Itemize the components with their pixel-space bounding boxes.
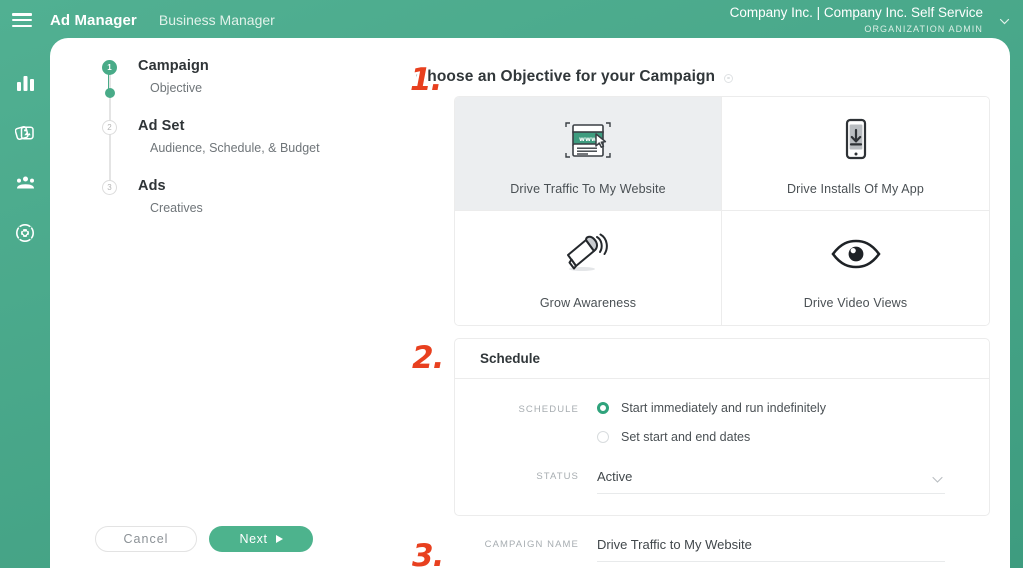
radio-icon-unselected — [597, 431, 609, 443]
page-title: Choose an Objective for your Campaign — [416, 68, 716, 85]
radio-label-set-dates: Set start and end dates — [621, 430, 751, 444]
app-root: Ad Manager Business Manager Company Inc.… — [0, 0, 1023, 568]
step-sub-creatives: Creatives — [150, 201, 203, 215]
nav-business-manager[interactable]: Business Manager — [159, 12, 275, 28]
next-button[interactable]: Next — [209, 526, 313, 552]
radio-start-immediately[interactable]: Start immediately and run indefinitely — [597, 401, 965, 415]
sidebar-item-analytics[interactable] — [8, 66, 42, 100]
status-field-row: STATUS Active — [455, 468, 989, 494]
step-title-ads: Ads — [138, 178, 166, 194]
eye-icon — [829, 226, 883, 282]
chevron-down-icon[interactable] — [999, 16, 1010, 26]
step-title-campaign: Campaign — [138, 58, 209, 74]
chevron-down-icon — [932, 471, 943, 489]
status-field-label: STATUS — [536, 471, 579, 482]
step-number-1: 1 — [102, 60, 117, 75]
content-panel: 1 Campaign Objective 2 Ad Set Audience, … — [50, 38, 1010, 568]
objective-label-app-installs: Drive Installs Of My App — [787, 181, 924, 196]
schedule-card: Schedule SCHEDULE Start immediately and … — [454, 338, 990, 516]
organization-role: ORGANIZATION ADMIN — [864, 23, 983, 34]
bar-chart-icon — [16, 74, 35, 92]
mobile-download-icon — [836, 112, 876, 168]
target-support-icon — [15, 223, 35, 243]
sidebar-item-campaign[interactable]: 1 Campaign Objective — [102, 58, 352, 98]
wizard-footer-buttons: Cancel Next — [95, 526, 313, 552]
left-nav-rail — [0, 40, 50, 568]
status-select-value: Active — [597, 469, 633, 484]
schedule-field-row: SCHEDULE Start immediately and run indef… — [455, 401, 989, 444]
step-sub-audience: Audience, Schedule, & Budget — [150, 141, 320, 155]
annotation-marker-3: 3. — [412, 538, 444, 568]
campaign-stepper: 1 Campaign Objective 2 Ad Set Audience, … — [102, 58, 352, 215]
sidebar-item-support[interactable] — [8, 216, 42, 250]
objective-label-video-views: Drive Video Views — [803, 296, 908, 310]
step-number-2: 2 — [102, 120, 117, 135]
objective-card-website[interactable]: www. Drive Traffic To My Website — [455, 97, 722, 211]
schedule-title: Schedule — [480, 351, 541, 366]
schedule-field-label: SCHEDULE — [518, 404, 579, 415]
next-button-label: Next — [239, 532, 268, 546]
hamburger-icon[interactable] — [12, 13, 32, 27]
radio-icon-selected — [597, 402, 609, 414]
status-select[interactable]: Active — [597, 468, 945, 494]
organization-name: Company Inc. | Company Inc. Self Service — [729, 5, 983, 20]
campaign-name-label: CAMPAIGN NAME — [484, 539, 579, 550]
campaign-name-input[interactable]: Drive Traffic to My Website — [597, 536, 945, 562]
objective-label-website: Drive Traffic To My Website — [510, 181, 666, 196]
radio-set-dates[interactable]: Set start and end dates — [597, 430, 965, 444]
objective-card-awareness[interactable]: Grow Awareness — [455, 211, 722, 325]
sidebar-item-audience[interactable] — [8, 166, 42, 200]
main-content: 1. Choose an Objective for your Campaign — [360, 38, 1010, 568]
sidebar-item-ads[interactable] — [8, 116, 42, 150]
play-arrow-icon — [275, 535, 283, 543]
brand-title[interactable]: Ad Manager — [50, 12, 137, 29]
browser-window-icon: www. — [560, 112, 616, 168]
campaign-name-value: Drive Traffic to My Website — [597, 537, 752, 552]
step-number-3: 3 — [102, 180, 117, 195]
step-title-adset: Ad Set — [138, 118, 185, 134]
objective-grid: www. Drive Traffic To My Website Drive I… — [454, 96, 990, 326]
schedule-card-header: Schedule — [455, 339, 989, 379]
top-header-bar: Ad Manager Business Manager Company Inc.… — [0, 0, 1023, 40]
sidebar-item-ads[interactable]: 3 Ads Creatives — [102, 132, 352, 215]
sidebar-item-adset[interactable]: 2 Ad Set Audience, Schedule, & Budget — [102, 72, 352, 155]
ads-cards-icon — [15, 123, 35, 143]
megaphone-icon — [560, 226, 616, 282]
objective-card-app-installs[interactable]: Drive Installs Of My App — [722, 97, 989, 211]
campaign-name-row: CAMPAIGN NAME Drive Traffic to My Websit… — [454, 536, 990, 562]
info-icon[interactable] — [724, 73, 734, 83]
cancel-button[interactable]: Cancel — [95, 526, 197, 552]
objective-label-awareness: Grow Awareness — [539, 296, 637, 310]
radio-label-start-immediately: Start immediately and run indefinitely — [621, 401, 826, 415]
organization-info[interactable]: Company Inc. | Company Inc. Self Service… — [730, 5, 983, 35]
step-sub-objective: Objective — [150, 81, 203, 95]
annotation-marker-2: 2. — [412, 340, 444, 376]
audience-people-icon — [15, 175, 36, 191]
objective-section-header: Choose an Objective for your Campaign — [416, 68, 1010, 86]
objective-card-video-views[interactable]: Drive Video Views — [722, 211, 989, 325]
